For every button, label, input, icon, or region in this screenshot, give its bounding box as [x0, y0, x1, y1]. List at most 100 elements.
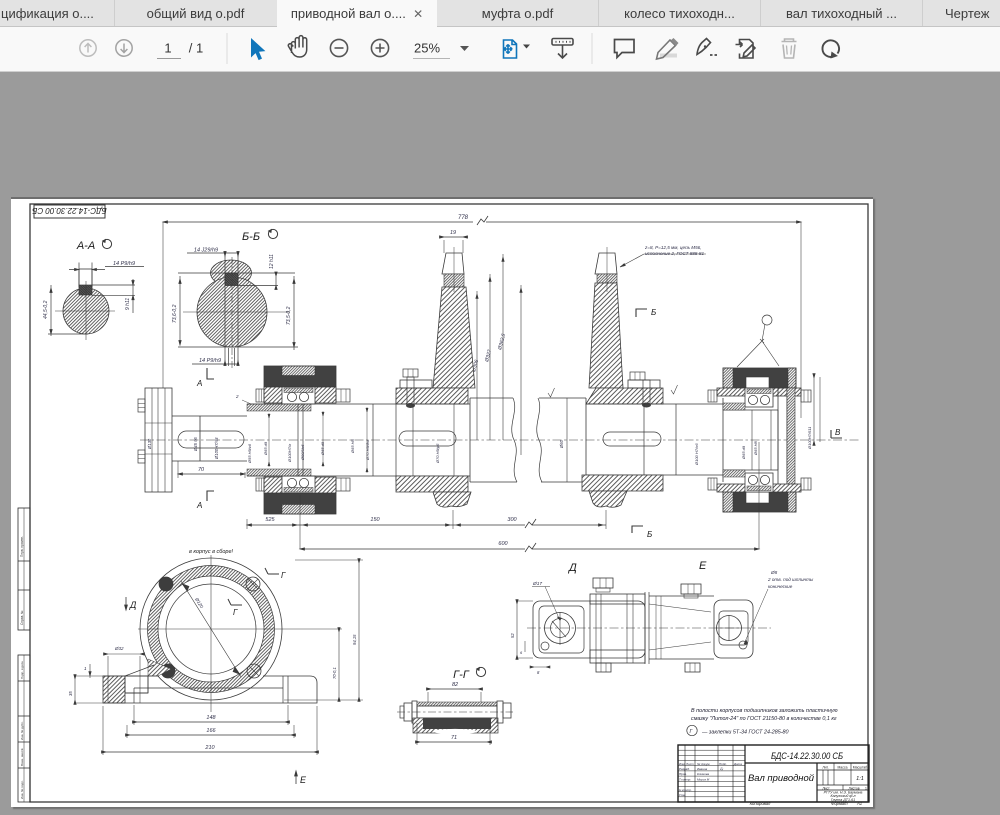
- svg-text:94,15: 94,15: [352, 634, 357, 645]
- svg-text:210: 210: [204, 745, 215, 751]
- svg-text:19: 19: [450, 230, 456, 236]
- svg-text:Лист: Лист: [685, 762, 694, 766]
- svg-text:в корпус в сборе!: в корпус в сборе!: [189, 549, 234, 555]
- svg-text:Ø100Н7/б11: Ø100Н7/б11: [807, 427, 812, 450]
- svg-text:Е: Е: [699, 560, 707, 572]
- svg-text:70-0,1: 70-0,1: [332, 667, 337, 679]
- svg-text:В: В: [835, 428, 841, 437]
- svg-text:Лит.: Лит.: [822, 766, 828, 770]
- svg-text:300: 300: [507, 517, 517, 523]
- svg-text:Подп.: Подп.: [719, 762, 727, 766]
- svg-text:А: А: [196, 501, 202, 510]
- svg-text:Вал приводной: Вал приводной: [748, 773, 815, 784]
- svg-text:Масштаб: Масштаб: [853, 766, 868, 770]
- svg-text:— заклепки 5Т-34 ГОСТ 24-285-8: — заклепки 5Т-34 ГОСТ 24-285-80: [701, 730, 789, 736]
- svg-text:Г: Г: [281, 571, 286, 580]
- svg-text:25%: 25%: [414, 41, 440, 56]
- svg-text:В полости корпусов подшипников: В полости корпусов подшипников заложить …: [691, 708, 838, 714]
- svg-text:№ докум.: № докум.: [697, 762, 710, 766]
- svg-text:Ø17: Ø17: [532, 581, 542, 587]
- svg-text:Разраб.: Разраб.: [679, 767, 690, 771]
- svg-text:Ø100 Н7/п6: Ø100 Н7/п6: [694, 443, 699, 466]
- svg-text:Ø65 Н8: Ø65 Н8: [350, 438, 355, 454]
- svg-text:Масса: Масса: [837, 766, 847, 770]
- svg-text:Взам. инв.№: Взам. инв.№: [20, 747, 24, 766]
- svg-text:71: 71: [451, 735, 457, 741]
- svg-text:А: А: [196, 379, 202, 388]
- svg-text:6: 6: [520, 650, 523, 655]
- svg-text:Климова: Климова: [697, 772, 709, 776]
- svg-text:Ø8: Ø8: [770, 570, 778, 575]
- svg-text:БДС-14.22.30.00 СБ: БДС-14.22.30.00 СБ: [771, 751, 843, 761]
- svg-text:14 Р9/h9: 14 Р9/h9: [113, 261, 135, 267]
- svg-text:Ø65 d9: Ø65 d9: [320, 441, 325, 456]
- svg-text:12 h11: 12 h11: [269, 254, 275, 269]
- svg-text:1:1: 1:1: [856, 776, 864, 782]
- svg-text:1: 1: [84, 666, 87, 671]
- svg-text:А1: А1: [856, 801, 862, 806]
- svg-text:Ø362,5: Ø362,5: [497, 333, 507, 352]
- svg-text:Ø327: Ø327: [484, 349, 493, 364]
- svg-text:Д: Д: [129, 600, 137, 610]
- svg-text:Ø130: Ø130: [147, 438, 152, 450]
- svg-text:166: 166: [206, 728, 216, 734]
- svg-text:Перв. примен.: Перв. примен.: [20, 536, 24, 557]
- svg-text:Ø60: Ø60: [559, 439, 564, 449]
- svg-text:Утв.: Утв.: [679, 793, 686, 797]
- svg-text:Ø45 п6: Ø45 п6: [193, 437, 198, 452]
- svg-text:Ø70 Н9/рб: Ø70 Н9/рб: [435, 443, 440, 464]
- svg-text:Ø100Н7/л: Ø100Н7/л: [287, 443, 292, 463]
- svg-text:конические: конические: [768, 584, 793, 589]
- svg-text:9 h11: 9 h11: [125, 298, 131, 310]
- svg-text:Инв. № дубл.: Инв. № дубл.: [20, 721, 24, 740]
- svg-text:Дата: Дата: [733, 762, 742, 766]
- svg-text:2: 2: [235, 394, 239, 399]
- svg-text:70: 70: [198, 467, 205, 473]
- svg-text:ѐ̅у: ѐ̅у: [720, 767, 724, 771]
- svg-text:2 отв. под шплинты: 2 отв. под шплинты: [767, 577, 814, 582]
- svg-text:148: 148: [206, 715, 216, 721]
- svg-text:Е: Е: [300, 775, 307, 785]
- svg-text:Ø65 Н8: Ø65 Н8: [753, 440, 758, 456]
- svg-text:Пров.: Пров.: [679, 772, 687, 776]
- svg-text:Г-Г: Г-Г: [453, 669, 470, 681]
- svg-text:Ø120: Ø120: [194, 596, 205, 609]
- svg-text:1: 1: [164, 41, 171, 56]
- svg-text:14 J29/h9: 14 J29/h9: [194, 248, 218, 254]
- svg-text:Б-Б: Б-Б: [242, 231, 260, 243]
- svg-text:525: 525: [265, 517, 275, 523]
- svg-text:исполнение 2, ГОСТ 888-81: исполнение 2, ГОСТ 888-81: [645, 251, 704, 256]
- svg-text:БДС-14.22.30.00 СБ: БДС-14.22.30.00 СБ: [32, 206, 107, 215]
- svg-text:Изм: Изм: [679, 762, 685, 766]
- svg-text:Ø80Л/к6: Ø80Л/к6: [300, 444, 305, 461]
- svg-text:82: 82: [452, 682, 458, 688]
- svg-text:/ 1: / 1: [189, 41, 203, 56]
- svg-text:смазку "Литол-24" по ГОСТ 2115: смазку "Литол-24" по ГОСТ 21150-80 в кол…: [691, 716, 837, 722]
- svg-text:Д: Д: [567, 562, 577, 574]
- svg-text:Б: Б: [651, 308, 656, 317]
- svg-text:Т.контр.: Т.контр.: [679, 777, 691, 781]
- svg-text:А-А: А-А: [76, 240, 95, 252]
- svg-text:Ø100Н7/п8: Ø100Н7/п8: [214, 437, 219, 460]
- svg-text:Ø32: Ø32: [114, 646, 124, 651]
- svg-text:1: 1: [865, 786, 867, 790]
- svg-text:Мороз М: Мороз М: [697, 777, 710, 781]
- svg-text:8: 8: [537, 670, 540, 675]
- svg-text:Справ. №: Справ. №: [20, 610, 24, 625]
- svg-text:Подп. и дата: Подп. и дата: [20, 661, 24, 679]
- svg-text:Ø65 d9: Ø65 d9: [741, 445, 746, 460]
- svg-text:Г: Г: [690, 729, 694, 735]
- svg-text:z=8, Р=12,5 мм, цепь М56,: z=8, Р=12,5 мм, цепь М56,: [644, 245, 702, 250]
- svg-text:73,5-0,2: 73,5-0,2: [286, 306, 292, 325]
- svg-text:44,5-0,2: 44,5-0,2: [43, 300, 49, 319]
- svg-text:Ø65 d9: Ø65 d9: [263, 441, 268, 456]
- svg-text:Г: Г: [233, 608, 238, 617]
- svg-text:Иванов: Иванов: [697, 767, 708, 771]
- svg-text:Ø70 Н9/дм: Ø70 Н9/дм: [365, 440, 370, 461]
- svg-text:Н.контр.: Н.контр.: [679, 788, 692, 792]
- svg-text:Б: Б: [647, 530, 652, 539]
- svg-text:35: 35: [68, 691, 73, 696]
- svg-text:150: 150: [370, 517, 380, 523]
- svg-text:14 Р9/h9: 14 Р9/h9: [199, 358, 221, 364]
- svg-text:Инв. № подл.: Инв. № подл.: [20, 780, 24, 799]
